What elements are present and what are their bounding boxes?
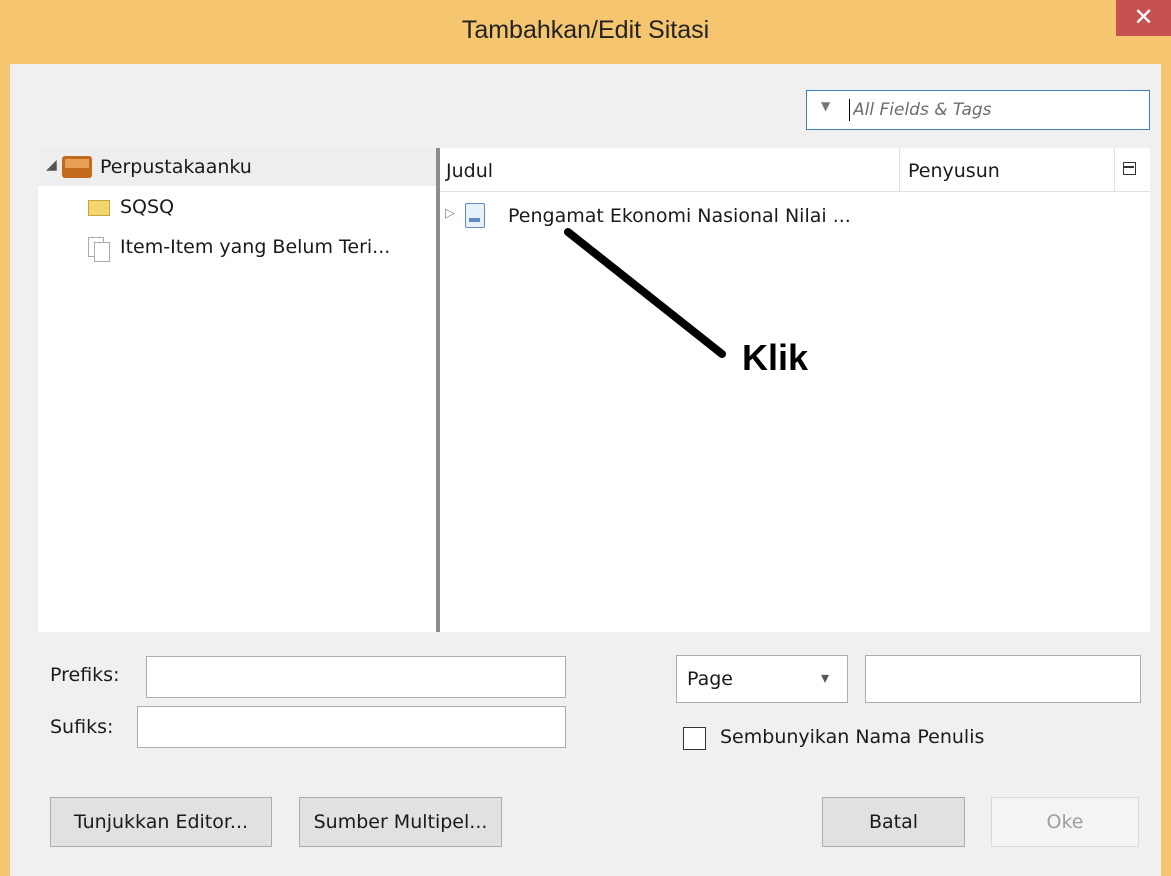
tree-item-label: Item-Item yang Belum Teri... [120, 236, 391, 258]
show-editor-button[interactable]: Tunjukkan Editor... [50, 797, 272, 847]
title-bar: Tambahkan/Edit Sitasi ✕ [0, 0, 1171, 64]
close-icon: ✕ [1133, 3, 1154, 31]
locator-select-value: Page [687, 668, 733, 690]
column-divider[interactable] [1114, 148, 1115, 192]
ok-button[interactable]: Oke [991, 797, 1139, 847]
suffix-field[interactable] [137, 706, 566, 748]
column-header-author[interactable]: Penyusun [908, 160, 1000, 182]
suppress-author-checkbox[interactable] [683, 727, 706, 750]
unfiled-items-icon [88, 237, 110, 262]
suffix-label: Sufiks: [50, 716, 114, 738]
locator-field[interactable] [865, 655, 1141, 703]
column-header-title[interactable]: Judul [446, 160, 493, 182]
column-picker-icon[interactable] [1123, 162, 1136, 175]
annotation-label: Klik [742, 337, 809, 378]
search-input[interactable] [853, 91, 1143, 129]
search-mode-dropdown-icon[interactable]: ▼ [821, 99, 830, 113]
text-caret [849, 99, 850, 121]
document-icon [465, 203, 485, 228]
window-border-right [1161, 64, 1171, 876]
suppress-author-label[interactable]: Sembunyikan Nama Penulis [720, 726, 984, 748]
tree-item-label: SQSQ [120, 196, 175, 218]
column-divider[interactable] [899, 148, 900, 192]
library-icon [62, 156, 92, 178]
cancel-button[interactable]: Batal [822, 797, 965, 847]
window-border-left [0, 64, 10, 876]
collections-tree: ◢ Perpustakaanku SQSQ Item-Item yang Bel… [38, 148, 440, 632]
tree-item-my-library[interactable]: ◢ Perpustakaanku [38, 148, 436, 186]
prefix-label: Prefiks: [50, 664, 120, 686]
items-list: Judul Penyusun ▷ Pengamat Ekonomi Nasion… [440, 148, 1150, 632]
multiple-sources-button[interactable]: Sumber Multipel... [299, 797, 502, 847]
prefix-field[interactable] [146, 656, 566, 698]
tree-item-label: Perpustakaanku [100, 156, 252, 178]
search-box[interactable]: ▼ [806, 90, 1150, 130]
table-row[interactable]: ▷ Pengamat Ekonomi Nasional Nilai ... [440, 200, 1150, 234]
locator-select[interactable]: Page ▾ [676, 655, 848, 703]
table-header: Judul Penyusun [440, 148, 1150, 192]
close-button[interactable]: ✕ [1116, 0, 1171, 36]
expand-arrow-icon[interactable]: ◢ [46, 157, 57, 173]
expand-arrow-icon[interactable]: ▷ [445, 206, 455, 221]
folder-icon [88, 200, 110, 216]
tree-item-sqsq[interactable]: SQSQ [38, 192, 436, 226]
tree-item-unfiled[interactable]: Item-Item yang Belum Teri... [38, 232, 436, 266]
window-title: Tambahkan/Edit Sitasi [461, 16, 710, 44]
chevron-down-icon: ▾ [821, 668, 830, 687]
item-title: Pengamat Ekonomi Nasional Nilai ... [508, 205, 851, 227]
